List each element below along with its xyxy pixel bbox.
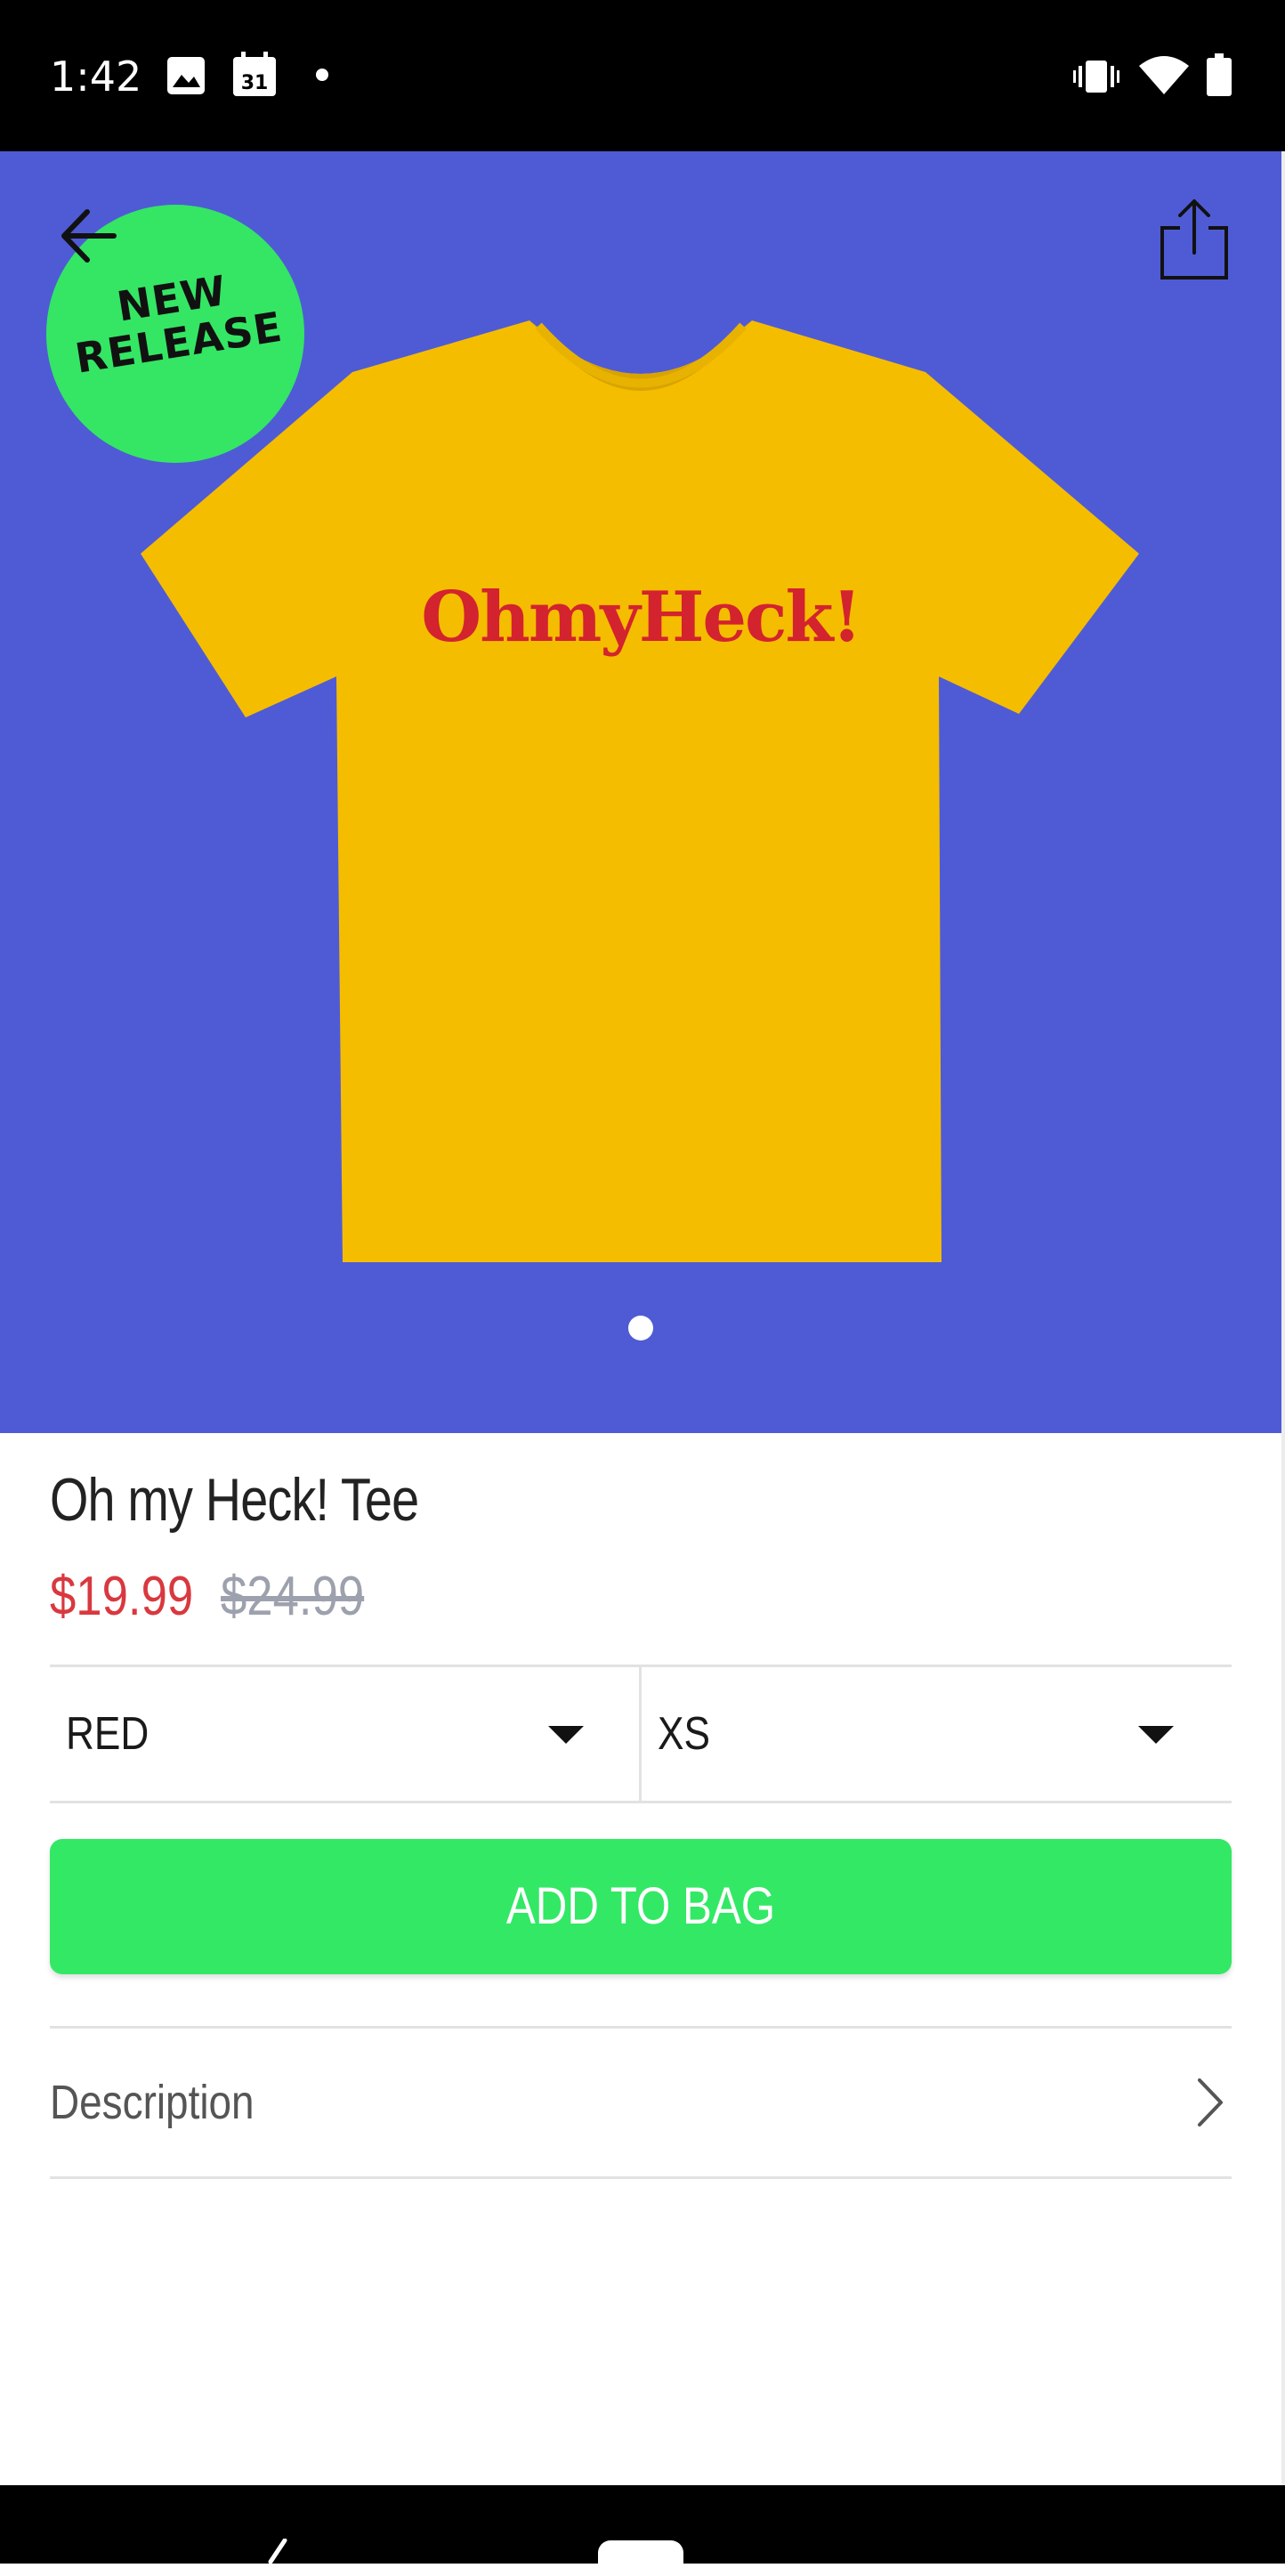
add-to-bag-button[interactable]: ADD TO BAG [50,1839,1232,1974]
calendar-icon: 31 [233,52,276,96]
product-tshirt-image: OhmyHeck! [133,320,1148,1264]
tshirt-graphic [141,320,1139,1262]
chevron-right-icon [1198,2078,1223,2126]
original-price: $24.99 [221,1566,365,1627]
size-select[interactable]: XS [642,1667,1232,1801]
tshirt-print-text: OhmyHeck! [421,577,862,658]
chevron-down-icon [548,1726,584,1744]
status-time: 1:42 [50,53,142,101]
nav-home-pill[interactable] [598,2540,683,2576]
description-row[interactable]: Description [50,2026,1232,2179]
description-label: Description [50,2076,255,2129]
vibrate-icon [1073,61,1119,93]
option-selectors: RED XS [50,1665,1232,1803]
right-edge [1281,151,1285,2485]
status-bar: 1:42 31 [0,0,1285,151]
calendar-day: 31 [241,72,269,94]
color-select-value: RED [66,1708,150,1760]
size-select-value: XS [658,1708,710,1760]
share-icon[interactable] [1157,198,1232,283]
back-arrow-icon[interactable] [59,207,117,265]
battery-icon [1207,53,1232,96]
sale-price: $19.99 [50,1566,194,1627]
product-title: Oh my Heck! Tee [50,1466,419,1534]
badge-text: NEW RELEASE [41,256,310,385]
add-to-bag-label: ADD TO BAG [505,1877,776,1935]
image-icon [167,57,205,94]
notification-dot [316,69,328,81]
carousel-indicator-dot[interactable] [628,1316,653,1341]
wifi-icon [1139,56,1189,94]
chevron-down-icon [1138,1726,1174,1744]
nav-back-icon[interactable] [258,2539,294,2564]
color-select[interactable]: RED [50,1667,639,1801]
